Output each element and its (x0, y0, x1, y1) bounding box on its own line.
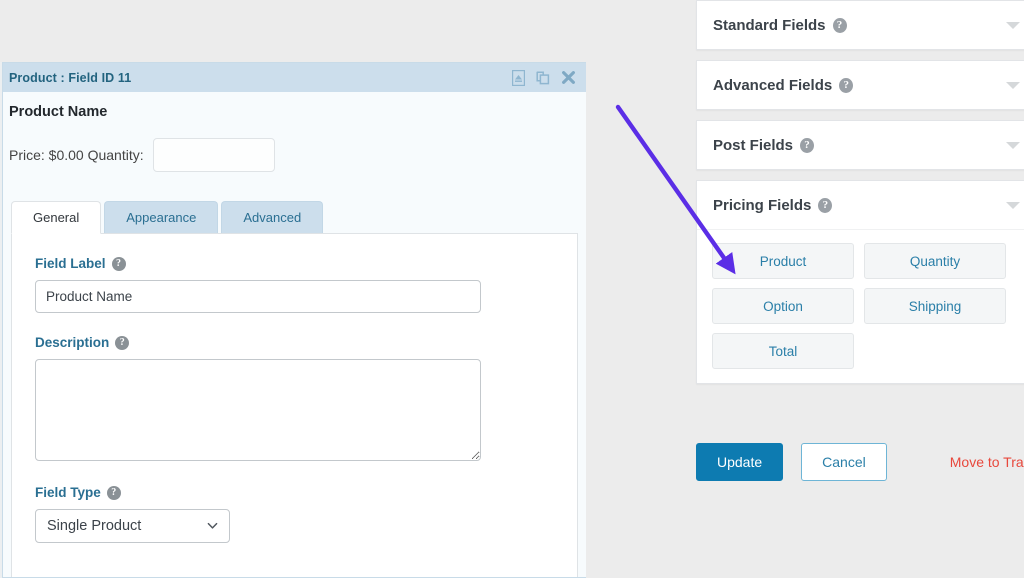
tab-appearance[interactable]: Appearance (104, 201, 218, 233)
selected-field-panel: Product : Field ID 11 (2, 62, 586, 578)
chevron-down-icon[interactable] (1006, 82, 1020, 89)
description-label-text: Description (35, 335, 109, 350)
tab-general-label: General (33, 210, 79, 225)
field-type-select[interactable]: Single Product (35, 509, 230, 543)
move-to-trash-link[interactable]: Move to Trash (950, 454, 1024, 470)
help-icon[interactable]: ? (107, 486, 121, 500)
tab-appearance-label: Appearance (126, 210, 196, 225)
panel-advanced-fields: Advanced Fields ? (696, 60, 1024, 110)
panel-standard-fields: Standard Fields ? (696, 0, 1024, 50)
field-panel-header-icons (510, 69, 576, 86)
field-button-option[interactable]: Option (712, 288, 854, 324)
field-type-label-text: Field Type (35, 485, 101, 500)
chevron-down-icon[interactable] (1006, 22, 1020, 29)
field-type-select-wrapper: Single Product (35, 509, 230, 543)
field-button-total[interactable]: Total (712, 333, 854, 369)
panel-post-fields-title: Post Fields ? (713, 137, 1006, 154)
help-icon[interactable]: ? (800, 138, 814, 153)
field-panel-header[interactable]: Product : Field ID 11 (3, 63, 586, 92)
panel-advanced-fields-header[interactable]: Advanced Fields ? (697, 61, 1024, 109)
cancel-button[interactable]: Cancel (801, 443, 887, 481)
field-label-input[interactable] (35, 280, 481, 313)
panel-post-fields-header[interactable]: Post Fields ? (697, 121, 1024, 169)
panel-post-fields-title-text: Post Fields (713, 137, 793, 154)
update-button[interactable]: Update (696, 443, 783, 481)
help-icon[interactable]: ? (818, 198, 832, 213)
panel-advanced-fields-title: Advanced Fields ? (713, 77, 1006, 94)
help-icon[interactable]: ? (115, 336, 129, 350)
field-type-label: Field Type ? (35, 485, 577, 500)
field-button-product[interactable]: Product (712, 243, 854, 279)
tab-advanced-label: Advanced (243, 210, 301, 225)
panel-pricing-fields-body: Product Quantity Option Shipping Total (697, 229, 1024, 383)
field-library-sidebar: Standard Fields ? Advanced Fields ? Post… (696, 0, 1024, 578)
panel-advanced-fields-title-text: Advanced Fields (713, 77, 832, 94)
field-label-label: Field Label ? (35, 256, 577, 271)
field-label-label-text: Field Label (35, 256, 106, 271)
panel-pricing-fields-title: Pricing Fields ? (713, 197, 1006, 214)
preview-price-row: Price: $0.00 Quantity: (9, 138, 572, 172)
field-button-shipping[interactable]: Shipping (864, 288, 1006, 324)
close-icon[interactable] (560, 69, 576, 86)
field-panel-title: Product : Field ID 11 (9, 71, 510, 85)
field-preview: Product Name Price: $0.00 Quantity: (3, 92, 586, 184)
duplicate-icon[interactable] (535, 69, 551, 86)
panel-standard-fields-header[interactable]: Standard Fields ? (697, 1, 1024, 49)
preview-quantity-input[interactable] (153, 138, 275, 172)
panel-standard-fields-title-text: Standard Fields (713, 17, 826, 34)
form-actions: Update Cancel Move to Trash (696, 443, 1024, 481)
panel-pricing-fields-title-text: Pricing Fields (713, 197, 811, 214)
screen: Product : Field ID 11 (0, 0, 1024, 578)
editor-top-gap (0, 0, 584, 62)
collapse-icon[interactable] (510, 69, 526, 86)
description-label: Description ? (35, 335, 577, 350)
panel-post-fields: Post Fields ? (696, 120, 1024, 170)
field-type-select-value: Single Product (47, 518, 141, 534)
preview-field-label: Product Name (9, 104, 572, 120)
panel-pricing-fields: Pricing Fields ? Product Quantity Option… (696, 180, 1024, 384)
help-icon[interactable]: ? (833, 18, 847, 33)
preview-price-text: Price: $0.00 Quantity: (9, 147, 144, 163)
panel-pricing-fields-header[interactable]: Pricing Fields ? (697, 181, 1024, 229)
chevron-down-icon[interactable] (1006, 202, 1020, 209)
tab-advanced[interactable]: Advanced (221, 201, 323, 233)
field-settings-tabs: General Appearance Advanced (11, 201, 323, 233)
description-textarea[interactable] (35, 359, 481, 461)
field-button-quantity[interactable]: Quantity (864, 243, 1006, 279)
help-icon[interactable]: ? (839, 78, 853, 93)
chevron-down-icon[interactable] (1006, 142, 1020, 149)
help-icon[interactable]: ? (112, 257, 126, 271)
field-settings-general-panel: Field Label ? Description ? Field Type ?… (11, 233, 578, 577)
tab-general[interactable]: General (11, 201, 101, 234)
panel-standard-fields-title: Standard Fields ? (713, 17, 1006, 34)
